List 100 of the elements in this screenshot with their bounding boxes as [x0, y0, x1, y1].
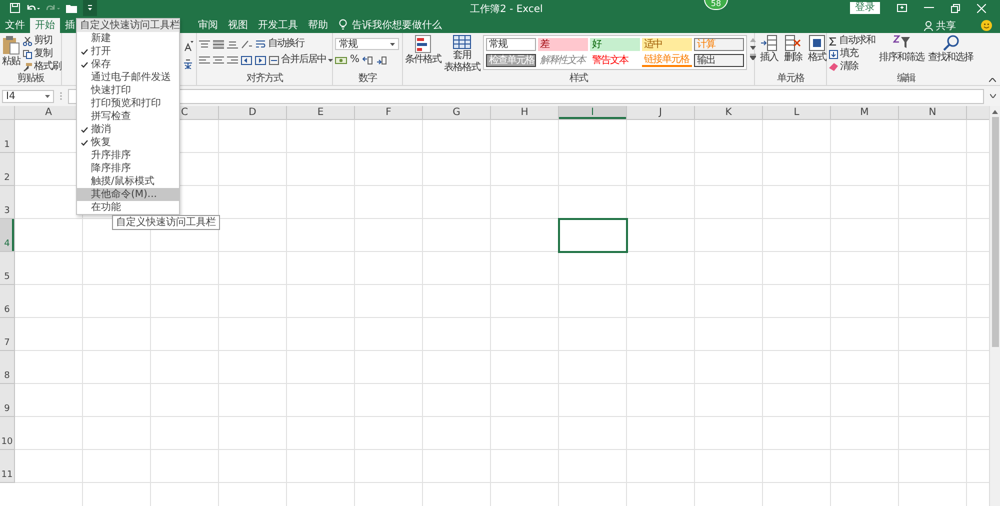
menu-item[interactable]: 新建 — [77, 32, 179, 45]
column-header[interactable]: J — [627, 106, 695, 119]
row-header[interactable]: 2 — [0, 153, 15, 186]
row-header[interactable]: 8 — [0, 351, 15, 384]
right-align-icon[interactable] — [227, 56, 238, 64]
menu-item[interactable]: 触摸/鼠标模式 — [77, 175, 179, 188]
selected-cell[interactable] — [559, 219, 627, 252]
menu-item[interactable]: 升序排序 — [77, 149, 179, 162]
center-align-icon[interactable] — [213, 56, 224, 64]
cell-style-option[interactable]: 常规 — [486, 38, 536, 51]
find-select-button[interactable]: 查找和选择 — [928, 35, 973, 63]
increase-indent-icon[interactable] — [255, 56, 266, 64]
row-header[interactable]: 10 — [0, 417, 15, 450]
row-header[interactable]: 7 — [0, 318, 15, 351]
menu-item[interactable]: 降序排序 — [77, 162, 179, 175]
ribbon-tab[interactable]: 开发工具 — [253, 18, 303, 33]
restore-icon[interactable] — [951, 4, 960, 12]
font-shrink-icon[interactable] — [184, 41, 194, 51]
menu-item[interactable]: 通过电子邮件发送 — [77, 71, 179, 84]
cut-button[interactable]: 剪切 — [23, 35, 61, 47]
clear-button[interactable]: 清除 — [829, 61, 875, 73]
wrap-text-button[interactable]: 自动换行 — [256, 38, 304, 50]
more-icon[interactable] — [750, 54, 756, 60]
format-button[interactable]: 格式 — [808, 35, 826, 63]
column-header[interactable]: I — [559, 106, 627, 119]
cell-style-option[interactable]: 输出 — [694, 54, 744, 67]
expand-icon[interactable] — [990, 94, 996, 98]
name-box[interactable]: I4 — [2, 90, 54, 102]
ribbon-display-icon[interactable] — [897, 4, 907, 12]
column-header[interactable]: D — [219, 106, 287, 119]
cell-style-option[interactable]: 适中 — [642, 38, 692, 51]
menu-item[interactable]: 在功能 — [77, 201, 179, 214]
column-header[interactable]: M — [831, 106, 899, 119]
merge-center-button[interactable]: 合并后居中 — [269, 54, 333, 66]
column-header[interactable]: L — [763, 106, 831, 119]
currency-icon[interactable] — [335, 56, 347, 64]
row-header[interactable]: 5 — [0, 252, 15, 285]
menu-item[interactable]: 快速打印 — [77, 84, 179, 97]
row-header[interactable]: 9 — [0, 384, 15, 417]
row-header[interactable]: 4 — [0, 219, 15, 252]
minimize-icon[interactable] — [924, 7, 934, 9]
phonetic-icon[interactable] — [182, 59, 194, 69]
ribbon-tab[interactable]: 插 — [60, 18, 75, 33]
ribbon-tab[interactable]: 开始 — [30, 18, 60, 33]
percent-button[interactable]: % — [350, 54, 359, 66]
customize-toolbar-button[interactable] — [83, 0, 97, 16]
cell-grid[interactable] — [15, 120, 989, 506]
autosum-button[interactable]: 自动求和 — [829, 35, 875, 47]
sort-filter-button[interactable]: 排序和筛选 — [879, 35, 924, 63]
row-header[interactable]: 1 — [0, 120, 15, 153]
orientation-icon[interactable] — [241, 40, 253, 48]
menu-item[interactable]: 其他命令(M)... — [77, 188, 179, 201]
cell-style-option[interactable]: 警告文本 — [590, 54, 640, 67]
column-header[interactable]: K — [695, 106, 763, 119]
save-icon[interactable] — [10, 3, 20, 13]
paste-button[interactable]: 粘贴 — [2, 35, 20, 67]
insert-button[interactable]: 插入 — [760, 35, 778, 63]
delete-button[interactable]: 删除 — [784, 35, 802, 63]
ribbon-tab[interactable]: 文件 — [0, 18, 30, 33]
row-header[interactable]: 11 — [0, 450, 15, 483]
cell-style-option[interactable]: 好 — [590, 38, 640, 51]
column-header[interactable]: E — [287, 106, 355, 119]
column-header[interactable]: N — [899, 106, 967, 119]
left-align-icon[interactable] — [199, 56, 210, 64]
decrease-indent-icon[interactable] — [241, 56, 252, 64]
vertical-scrollbar[interactable] — [989, 106, 1000, 506]
scrollbar-thumb[interactable] — [992, 117, 998, 347]
format-painter-button[interactable]: 格式刷 — [23, 61, 61, 73]
number-format-dropdown[interactable]: 常规 — [335, 38, 399, 50]
top-align-icon[interactable] — [199, 40, 210, 48]
folder-icon[interactable] — [66, 4, 77, 12]
ribbon-tab[interactable]: 帮助 — [303, 18, 333, 33]
tell-me-field[interactable]: 告诉我你想要做什么 — [352, 18, 442, 33]
cell-style-option[interactable]: 解释性文本 — [538, 54, 588, 67]
bottom-align-icon[interactable] — [227, 40, 238, 48]
ribbon-tab[interactable]: 审阅 — [193, 18, 223, 33]
increase-decimal-icon[interactable] — [362, 56, 373, 64]
middle-align-icon[interactable] — [213, 40, 224, 48]
undo-icon[interactable] — [26, 3, 40, 13]
column-header[interactable]: G — [423, 106, 491, 119]
ribbon-tab[interactable]: 视图 — [223, 18, 253, 33]
fill-button[interactable]: 填充 — [829, 48, 875, 60]
smiley-icon[interactable] — [981, 20, 992, 31]
sign-in-button[interactable]: 登录 — [850, 2, 880, 14]
scroll-up-icon[interactable] — [992, 110, 998, 114]
format-as-table-button[interactable]: 套用 表格格式 — [444, 35, 480, 73]
share-button[interactable]: 共享 — [936, 18, 956, 32]
menu-item[interactable]: 保存 — [77, 58, 179, 71]
close-icon[interactable] — [977, 4, 986, 12]
copy-button[interactable]: 复制 — [23, 48, 61, 60]
decrease-decimal-icon[interactable] — [376, 56, 387, 64]
menu-item[interactable]: 撤消 — [77, 123, 179, 136]
column-header[interactable]: F — [355, 106, 423, 119]
conditional-formatting-button[interactable]: 条件格式 — [405, 35, 441, 65]
menu-item[interactable]: 打开 — [77, 45, 179, 58]
collapse-ribbon-icon[interactable] — [989, 78, 996, 82]
cell-style-option[interactable]: 差 — [538, 38, 588, 51]
scroll-down-icon[interactable] — [750, 46, 756, 50]
row-header[interactable]: 6 — [0, 285, 15, 318]
row-header[interactable]: 3 — [0, 186, 15, 219]
